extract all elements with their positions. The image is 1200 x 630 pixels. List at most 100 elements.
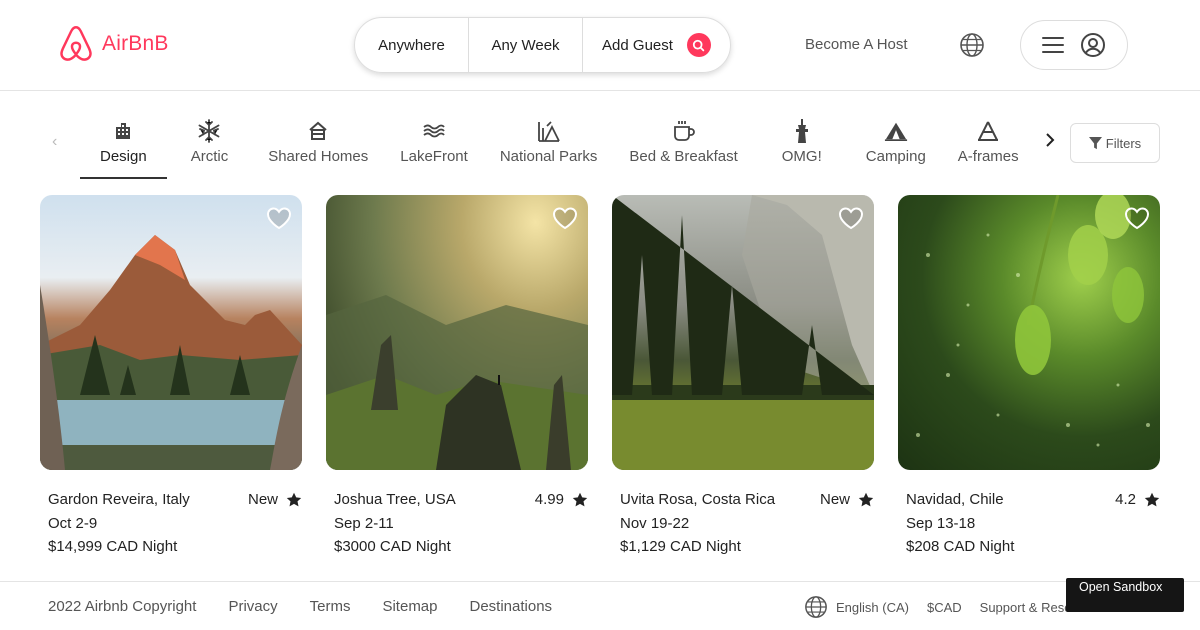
hamburger-icon <box>1042 37 1064 53</box>
category-label: National Parks <box>499 148 598 165</box>
category-lakefront[interactable]: LakeFront <box>384 91 484 179</box>
listing-info: Uvita Rosa, Costa Rica New Nov 19-22 $1,… <box>612 488 874 559</box>
rain-leaves-image <box>916 195 1150 447</box>
listing-rating-value: New <box>247 491 278 508</box>
search-guests[interactable]: Add Guest <box>583 18 730 72</box>
user-circle-icon <box>1081 33 1105 57</box>
airbnb-logo-icon <box>60 26 92 61</box>
open-sandbox-button[interactable]: Open Sandbox <box>1066 578 1184 612</box>
category-label: LakeFront <box>400 148 468 165</box>
heart-icon[interactable] <box>266 205 292 231</box>
category-a-frames[interactable]: A-frames <box>942 91 1035 179</box>
listing-card[interactable]: Gardon Reveira, Italy New Oct 2-9 $14,99… <box>40 195 302 559</box>
listing-info: Navidad, Chile 4.2 Sep 13-18 $208 CAD Ni… <box>898 488 1160 559</box>
listing-rating: 4.2 <box>1115 488 1160 512</box>
become-host-link[interactable]: Become A Host <box>805 36 908 53</box>
listing-dates: Sep 13-18 <box>906 514 976 532</box>
footer-links: 2022 Airbnb Copyright Privacy Terms Site… <box>48 598 552 615</box>
listing-photo[interactable] <box>898 195 1160 470</box>
listing-card[interactable]: Uvita Rosa, Costa Rica New Nov 19-22 $1,… <box>612 195 874 559</box>
scroll-left-icon[interactable]: ‹ <box>52 133 57 151</box>
search-button[interactable] <box>686 33 711 57</box>
listing-price: $1,129 CAD Night <box>620 538 741 555</box>
header: AirBnB Anywhere Any Week Add Guest Becom… <box>0 0 1200 91</box>
filters-button[interactable]: Filters <box>1070 123 1160 163</box>
listing-rating: New <box>248 488 302 512</box>
listing-photo[interactable] <box>612 195 874 470</box>
building-icon <box>111 119 135 143</box>
user-menu-button[interactable] <box>1020 20 1128 70</box>
category-design[interactable]: Design <box>80 91 167 179</box>
a-frame-icon <box>976 119 1000 143</box>
search-when[interactable]: Any Week <box>469 18 583 72</box>
brand-name: AirBnB <box>102 32 169 55</box>
category-shared-homes[interactable]: Shared Homes <box>252 91 384 179</box>
filter-icon <box>1088 136 1102 149</box>
listing-price: $14,999 CAD Night <box>48 538 178 555</box>
listing-price: $3000 CAD Night <box>334 538 451 555</box>
star-icon <box>1144 492 1160 507</box>
search-where[interactable]: Anywhere <box>355 18 469 72</box>
currency-selector[interactable]: $CAD <box>927 600 962 615</box>
listing-photo[interactable] <box>40 195 302 470</box>
category-omg[interactable]: OMG! <box>754 91 850 179</box>
footer-settings: English (CA) $CAD Support & Resources <box>804 595 1103 619</box>
category-label: Shared Homes <box>268 148 369 165</box>
scroll-right-icon[interactable] <box>1041 131 1059 149</box>
listing-price: $208 CAD Night <box>906 538 1015 555</box>
water-icon <box>422 119 446 143</box>
heart-icon[interactable] <box>1124 205 1150 231</box>
listing-rating: 4.99 <box>535 488 588 512</box>
listing-card[interactable]: Navidad, Chile 4.2 Sep 13-18 $208 CAD Ni… <box>898 195 1160 559</box>
listing-dates: Sep 2-11 <box>334 514 394 532</box>
category-arctic[interactable]: Arctic <box>167 91 253 179</box>
heart-icon[interactable] <box>838 205 864 231</box>
listing-info: Gardon Reveira, Italy New Oct 2-9 $14,99… <box>40 488 302 559</box>
category-camping[interactable]: Camping <box>850 91 942 179</box>
listing-card[interactable]: Joshua Tree, USA 4.99 Sep 2-11 $3000 CAD… <box>326 195 588 559</box>
search-icon <box>693 39 705 51</box>
footer-link-terms[interactable]: Terms <box>310 598 351 615</box>
search-when-label: Any Week <box>491 36 560 54</box>
search-where-label: Anywhere <box>378 36 445 54</box>
footer: 2022 Airbnb Copyright Privacy Terms Site… <box>0 581 1200 630</box>
logo[interactable]: AirBnB <box>58 25 169 63</box>
listing-rating: New <box>820 488 874 512</box>
desert-rocks-image <box>326 295 588 470</box>
star-icon <box>858 492 874 507</box>
tent-icon <box>884 119 908 143</box>
listing-dates: Oct 2-9 <box>48 514 98 532</box>
copyright: 2022 Airbnb Copyright <box>48 598 197 615</box>
footer-link-privacy[interactable]: Privacy <box>228 598 277 615</box>
search-guests-label: Add Guest <box>602 36 673 54</box>
category-label: Bed & Breakfast <box>629 148 738 165</box>
park-icon <box>537 119 561 143</box>
language-selector[interactable]: English (CA) <box>804 595 909 619</box>
star-icon <box>286 492 302 507</box>
listing-rating-value: 4.2 <box>1115 491 1136 508</box>
mug-icon <box>672 119 696 143</box>
listing-info: Joshua Tree, USA 4.99 Sep 2-11 $3000 CAD… <box>326 488 588 559</box>
category-label: A-frames <box>957 148 1019 165</box>
star-icon <box>572 492 588 507</box>
listing-rating-value: New <box>819 491 850 508</box>
mountain-lake-image <box>40 235 302 470</box>
category-label: Camping <box>865 148 926 165</box>
listing-photo[interactable] <box>326 195 588 470</box>
snowflake-icon <box>197 119 221 143</box>
home-icon <box>306 119 330 143</box>
category-national-parks[interactable]: National Parks <box>484 91 614 179</box>
footer-link-destinations[interactable]: Destinations <box>470 598 553 615</box>
language-label: English (CA) <box>836 599 909 615</box>
globe-icon[interactable] <box>959 32 985 58</box>
category-bed-breakfast[interactable]: Bed & Breakfast <box>613 91 753 179</box>
category-bar: ‹ Design Arctic Shared Homes LakeFront N… <box>0 91 1200 181</box>
heart-icon[interactable] <box>552 205 578 231</box>
category-label: Arctic <box>190 148 229 165</box>
listing-rating-value: 4.99 <box>534 491 564 508</box>
footer-link-sitemap[interactable]: Sitemap <box>382 598 437 615</box>
search-bar[interactable]: Anywhere Any Week Add Guest <box>354 17 731 73</box>
category-label: OMG! <box>781 148 822 165</box>
tower-icon <box>790 119 814 143</box>
listing-dates: Nov 19-22 <box>620 514 690 532</box>
